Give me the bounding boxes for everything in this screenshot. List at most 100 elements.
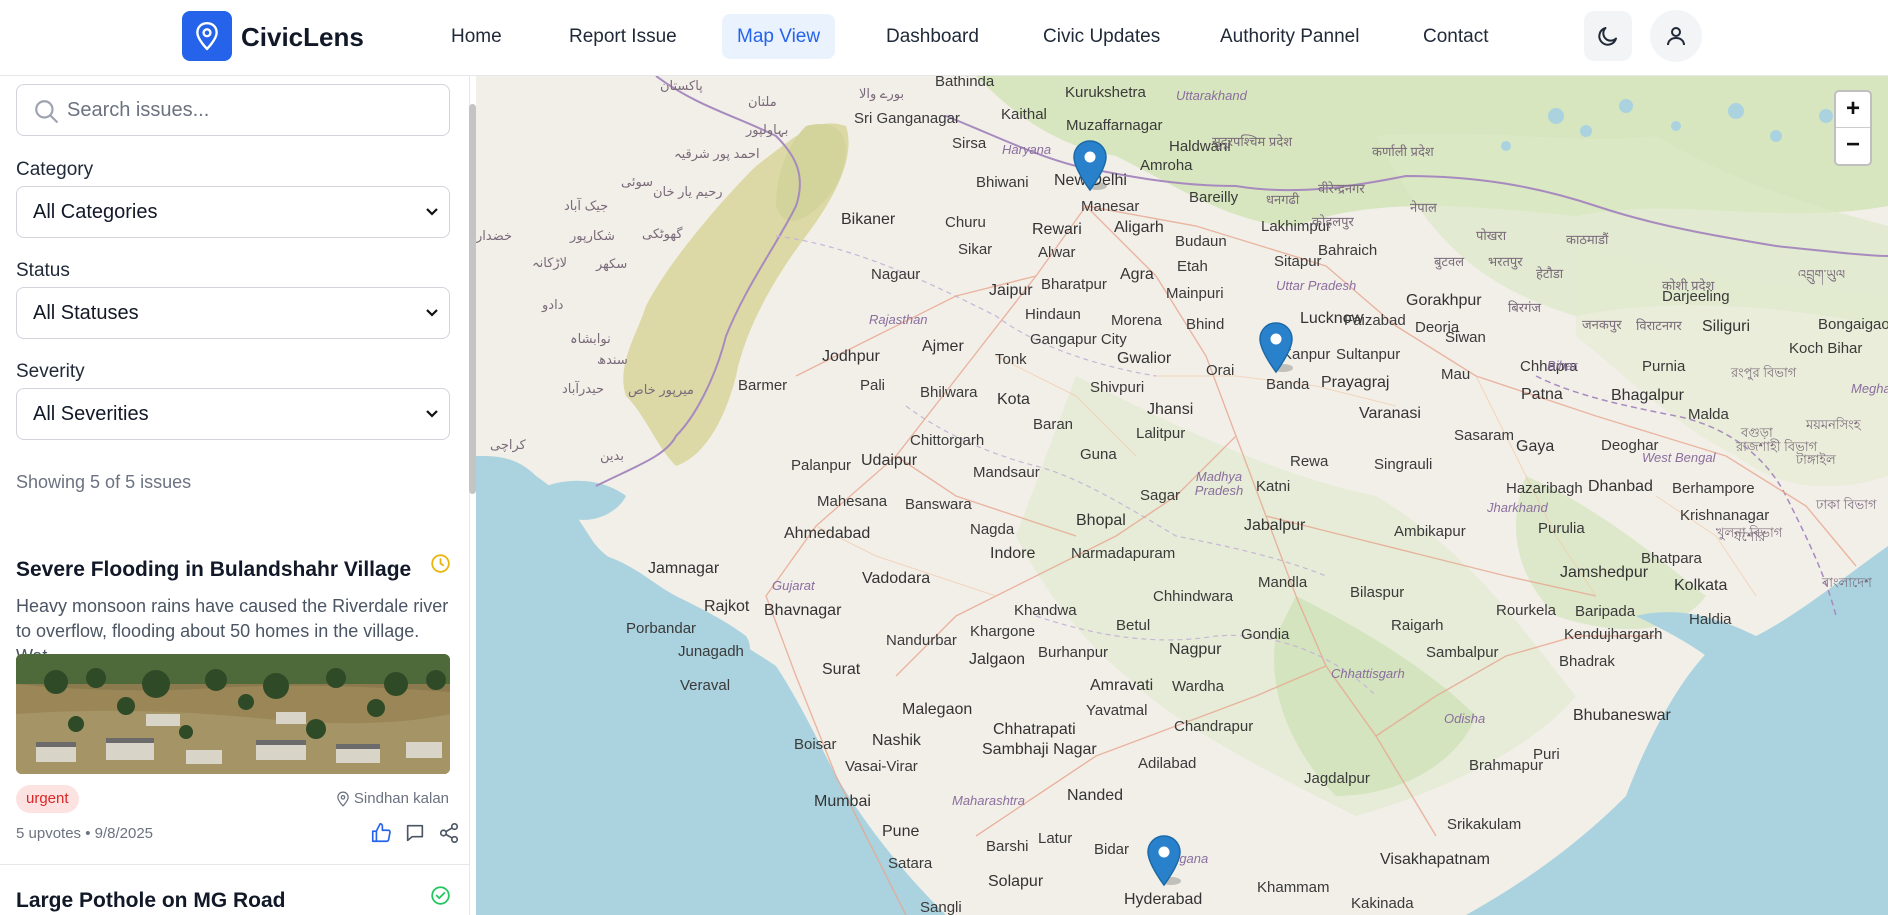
nav-map-view[interactable]: Map View — [722, 14, 836, 59]
logo-pin-icon[interactable] — [182, 11, 232, 61]
map-label: Ahmedabad — [784, 525, 871, 542]
map-label: রংপুর বিভাগ — [1731, 365, 1797, 380]
nav-contact[interactable]: Contact — [1408, 14, 1503, 59]
moon-icon — [1598, 27, 1617, 46]
marker-pin-icon[interactable] — [1073, 140, 1107, 192]
map-label: Hindaun — [1025, 306, 1081, 323]
nav-report-issue[interactable]: Report Issue — [554, 14, 692, 59]
map-label: گھوٹکی — [642, 226, 683, 241]
map-label: Bahraich — [1318, 242, 1378, 259]
map-label: Orai — [1206, 362, 1235, 379]
map-label: विराटनगर — [1636, 318, 1682, 333]
map-label: Berhampore — [1672, 480, 1755, 497]
zoom-out-button[interactable]: − — [1836, 128, 1870, 164]
map-label: धनगढी — [1266, 192, 1300, 207]
map-label: Jabalpur — [1244, 517, 1306, 534]
map-label: Madhya Pradesh — [1194, 469, 1244, 498]
map-label: Maharashtra — [952, 793, 1025, 808]
map-label: Gorakhpur — [1406, 292, 1482, 309]
comment-icon[interactable] — [404, 822, 426, 849]
issue-meta: 5 upvotes • 9/8/2025 — [16, 825, 154, 842]
map-label: Chhattisgarh — [1331, 666, 1405, 681]
issue-title[interactable]: Severe Flooding in Bulandshahr Village — [16, 558, 411, 582]
map-label: Faizabad — [1344, 312, 1406, 329]
theme-toggle-button[interactable] — [1584, 11, 1632, 61]
sidebar-scrollbar[interactable] — [469, 104, 476, 494]
nav-authority-pannel[interactable]: Authority Pannel — [1205, 14, 1374, 59]
map-label: پاکستان — [660, 78, 703, 93]
map-label: Boisar — [794, 736, 837, 753]
map-label: Burhanpur — [1038, 644, 1109, 661]
map-label: Amroha — [1140, 157, 1193, 174]
map-label: Meghalaya — [1851, 381, 1888, 396]
map-label: Bhind — [1186, 316, 1225, 333]
map-label: सुदूरपश्चिम प्रदेश — [1212, 134, 1293, 149]
zoom-in-button[interactable]: + — [1836, 92, 1870, 128]
map-label: Guna — [1080, 446, 1117, 463]
map-label: Chhindwara — [1153, 588, 1234, 605]
profile-button[interactable] — [1650, 10, 1702, 62]
map-label: Patna — [1521, 386, 1563, 403]
map-label: पोखरा — [1476, 228, 1507, 243]
thumbs-up-icon[interactable] — [370, 822, 392, 849]
clock-icon — [430, 553, 451, 579]
map-label: Jamnagar — [648, 560, 720, 577]
map-label: Bhatpara — [1641, 550, 1702, 567]
map-label: Jaipur — [989, 282, 1033, 299]
map-label: हेटौडा — [1536, 266, 1564, 281]
map-label: Rajkot — [704, 598, 750, 615]
map-label: Srikakulam — [1447, 816, 1522, 833]
map-label: Sambhaji Nagar — [982, 741, 1097, 758]
map-label: Raigarh — [1391, 617, 1444, 634]
map-label: Gondia — [1241, 626, 1290, 643]
map-label: Khargone — [970, 623, 1036, 640]
map-label: Udaipur — [861, 452, 918, 469]
search-box[interactable] — [16, 84, 450, 136]
category-select[interactable]: All Categories — [16, 186, 450, 238]
marker-pin-icon[interactable] — [1259, 322, 1293, 374]
check-circle-icon — [430, 885, 451, 911]
share-icon[interactable] — [438, 822, 460, 849]
severity-select[interactable]: All Severities — [16, 388, 450, 440]
map-label: دادو — [542, 297, 564, 312]
search-input[interactable] — [67, 95, 437, 125]
issue-photo[interactable] — [16, 654, 450, 774]
map-label: Nanded — [1067, 787, 1124, 804]
map-label: Banda — [1266, 376, 1310, 393]
map-label: Nagda — [970, 521, 1015, 538]
map-label: احمد پور شرقیہ — [674, 146, 760, 161]
map-label: Prayagraj — [1321, 374, 1390, 391]
map-label: Mumbai — [814, 793, 871, 810]
search-icon — [35, 100, 58, 123]
map-label: نوابشاہ — [570, 331, 611, 346]
issue-location-text: Sindhan kalan — [353, 790, 449, 807]
map-label: Bhubaneswar — [1573, 707, 1671, 724]
map-label: Sirsa — [952, 135, 987, 152]
map-label: Ambikapur — [1394, 523, 1466, 540]
map-label: Sagar — [1140, 487, 1181, 504]
issue-title[interactable]: Large Pothole on MG Road — [16, 889, 286, 913]
map-label: Jalgaon — [969, 651, 1026, 668]
map-label: Ajmer — [922, 338, 964, 355]
map-label: Kota — [997, 391, 1030, 408]
map-label: Chandrapur — [1174, 718, 1254, 735]
map-label: شکارپور — [570, 228, 615, 243]
map-label: Jamshedpur — [1560, 564, 1649, 581]
map-label: Bilaspur — [1350, 584, 1405, 601]
map-label: Betul — [1116, 617, 1151, 634]
issue-actions — [370, 822, 460, 849]
map-label: بورے والا — [859, 86, 905, 101]
map-label: Rajasthan — [869, 312, 928, 327]
map-label: Pali — [860, 377, 886, 394]
status-select[interactable]: All Statuses — [16, 287, 450, 339]
app-name[interactable]: CivicLens — [241, 22, 364, 53]
nav-home[interactable]: Home — [436, 14, 517, 59]
map-label: Muzaffarnagar — [1066, 117, 1163, 134]
severity-badge: urgent — [16, 785, 79, 813]
map-label: Narmadapuram — [1071, 545, 1176, 562]
map-label: Wardha — [1172, 678, 1224, 695]
nav-dashboard[interactable]: Dashboard — [871, 14, 994, 59]
marker-pin-icon[interactable] — [1147, 835, 1181, 887]
map-view[interactable]: پاکستان Kurukshetra Uttarakhand Bathinda… — [476, 76, 1888, 915]
nav-civic-updates[interactable]: Civic Updates — [1028, 14, 1175, 59]
